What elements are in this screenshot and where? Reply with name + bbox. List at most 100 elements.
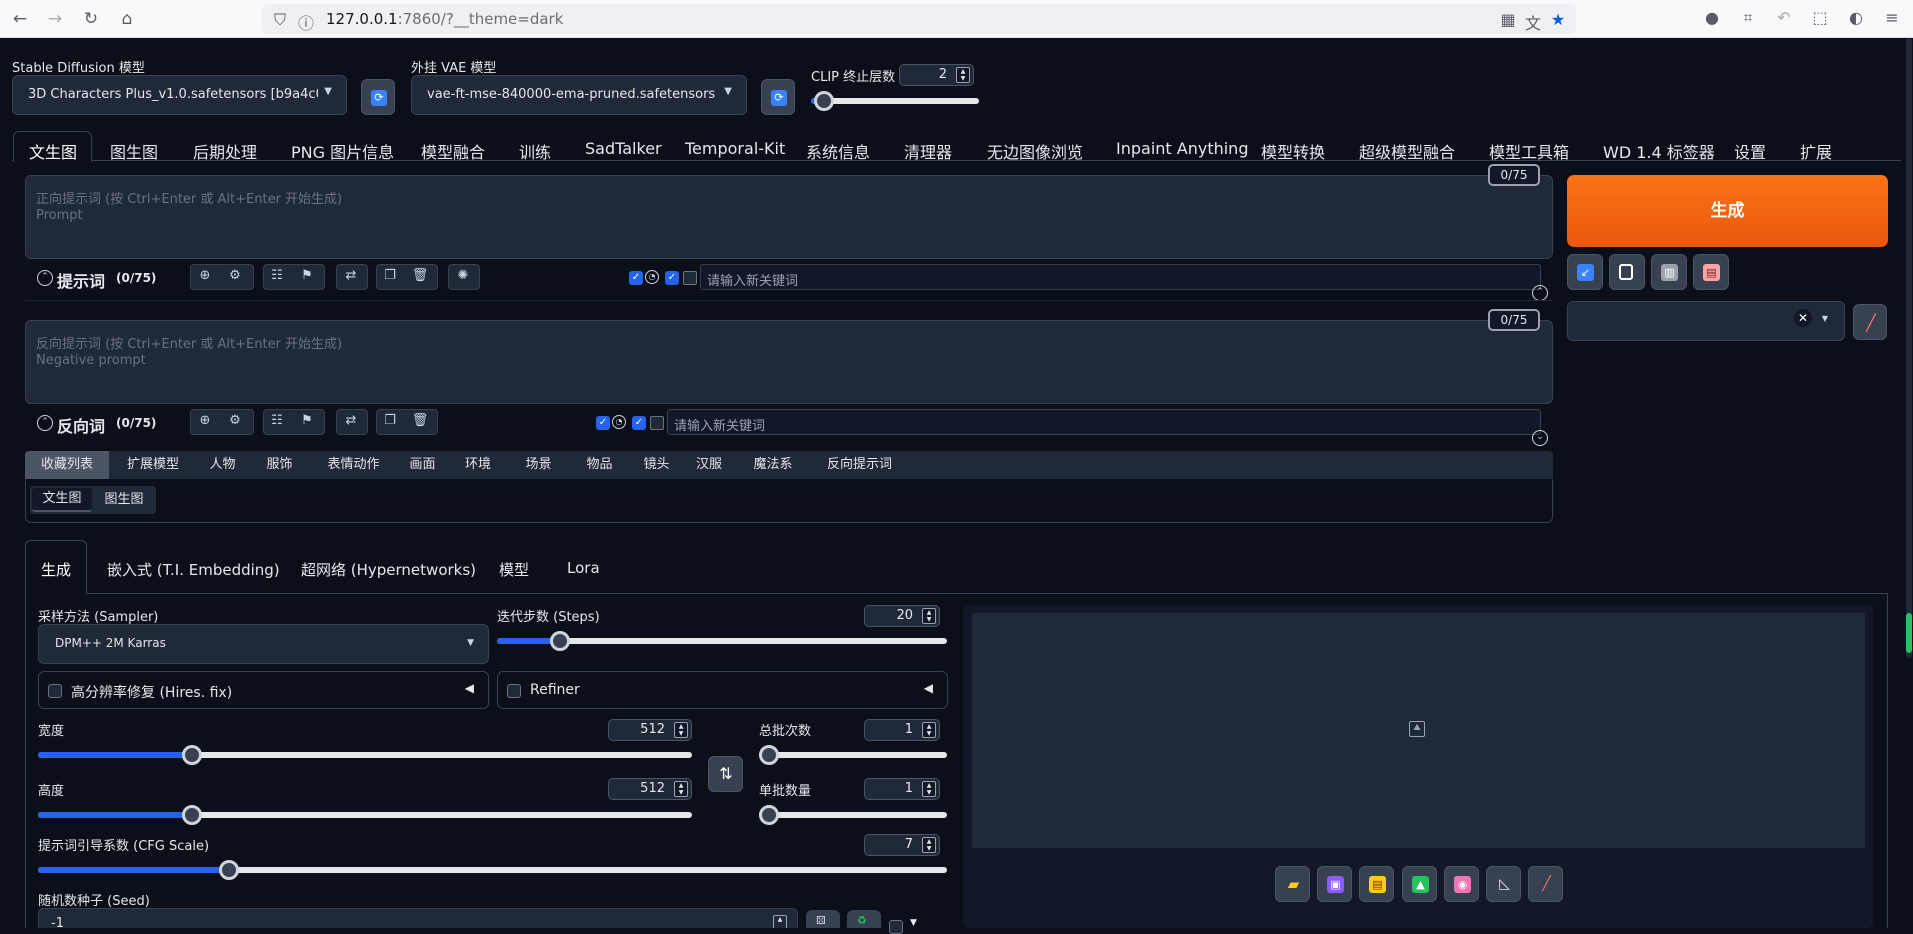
gen-tab-3[interactable]: 模型 <box>499 559 529 580</box>
reload-icon[interactable]: ↻ <box>81 9 101 29</box>
category-tab-7[interactable]: 场景 <box>508 451 570 479</box>
category-tab-5[interactable]: 画面 <box>397 451 449 479</box>
category-tab-6[interactable]: 环境 <box>449 451 508 479</box>
open-folder-button[interactable]: ▰ <box>1275 866 1310 902</box>
prompt-option-checkbox[interactable]: ✓ <box>629 271 643 285</box>
slider-thumb[interactable] <box>181 805 202 825</box>
back-arrow-icon[interactable]: ← <box>10 9 30 29</box>
expand-icon[interactable]: ⌄ <box>1532 430 1548 446</box>
category-tab-3[interactable]: 服饰 <box>249 451 311 479</box>
category-tab-9[interactable]: 镜头 <box>630 451 684 479</box>
bookmark-icon[interactable]: ⚑ <box>295 265 319 289</box>
home-icon[interactable]: ⌂ <box>117 9 137 29</box>
reuse-seed-button[interactable]: ♻ <box>847 910 881 928</box>
batch-count-slider[interactable] <box>759 745 947 765</box>
clip-skip-slider[interactable] <box>811 91 979 111</box>
category-tab-12[interactable]: 反向提示词 <box>812 451 908 479</box>
address-bar[interactable]: ⛉ ⓘ 127.0.0.1:7860/?__theme=dark ▦ 文 ★ <box>262 4 1576 34</box>
refiner-checkbox[interactable] <box>507 684 521 698</box>
styles-button[interactable]: ▤ <box>1693 254 1729 290</box>
read-params-button[interactable]: ↙ <box>1567 254 1603 290</box>
sub-tab-img2img[interactable]: 图生图 <box>94 488 154 512</box>
stepper-icon[interactable]: ▲ ▼ <box>922 722 936 738</box>
profile-icon[interactable]: ◐ <box>1845 8 1867 27</box>
bookmark-star-icon[interactable]: ★ <box>1548 10 1568 29</box>
gear-icon[interactable]: ⚙ <box>223 410 247 434</box>
ai-icon[interactable]: ✺ <box>451 265 475 289</box>
translate-icon[interactable]: ⇄ <box>339 265 363 289</box>
clear-x-icon[interactable]: ✕ <box>1794 309 1812 327</box>
negative-keyword-input[interactable]: 请输入新关键词 <box>667 409 1541 435</box>
globe-icon[interactable]: ⊕ <box>193 410 217 434</box>
generate-button[interactable]: 生成 <box>1567 175 1888 247</box>
tab-16[interactable]: 设置 <box>1734 139 1766 163</box>
stepper-icon[interactable]: ▲ ▼ <box>922 781 936 797</box>
tab-1[interactable]: 图生图 <box>110 139 158 163</box>
category-tab-4[interactable]: 表情动作 <box>311 451 397 479</box>
stepper-icon[interactable]: ▲ ▼ <box>922 608 936 624</box>
steps-input[interactable]: 20 ▲ ▼ <box>864 605 940 627</box>
sd-model-dropdown[interactable]: 3D Characters Plus_v1.0.safetensors [b9a… <box>12 75 347 115</box>
history-icon[interactable]: ☷ <box>265 410 289 434</box>
send-to-sketch-button[interactable]: ╱ <box>1528 866 1563 902</box>
globe-icon[interactable]: ⊕ <box>193 265 217 289</box>
clock-icon[interactable]: ◔ <box>612 415 626 429</box>
clock-icon[interactable]: ◔ <box>645 270 659 284</box>
refresh-vae-button[interactable]: ⟳ <box>761 79 795 115</box>
stepper-icon[interactable]: ▲ ▼ <box>922 837 936 853</box>
vae-model-dropdown[interactable]: vae-ft-mse-840000-ema-pruned.safetensors… <box>411 75 747 115</box>
crop-icon[interactable]: ⌗ <box>1737 8 1759 28</box>
cfg-scale-input[interactable]: 7 ▲ ▼ <box>864 834 940 856</box>
batch-size-slider[interactable] <box>759 805 947 825</box>
stepper-icon[interactable]: ▲ ▼ <box>674 722 688 738</box>
swap-dimensions-button[interactable]: ⇅ <box>708 756 743 792</box>
negative-prompt-textarea[interactable]: 反向提示词 (按 Ctrl+Enter 或 Alt+Enter 开始生成) Ne… <box>25 320 1553 404</box>
tab-6[interactable]: SadTalker <box>585 139 662 158</box>
styles-dropdown[interactable]: ✕ ▼ <box>1567 301 1845 341</box>
category-tab-8[interactable]: 物品 <box>570 451 630 479</box>
slider-thumb[interactable] <box>550 631 570 651</box>
random-seed-button[interactable]: ⚄ <box>806 910 840 928</box>
account-icon[interactable]: ● <box>1701 8 1723 27</box>
negative-option-checkbox[interactable]: ✓ <box>596 416 610 430</box>
collapse-up-icon[interactable]: ⌃ <box>1532 285 1548 301</box>
send-to-inpaint-button[interactable]: ◉ <box>1444 866 1479 902</box>
gen-tab-4[interactable]: Lora <box>567 559 600 577</box>
stepper-icon[interactable]: ▲ ▼ <box>674 781 688 797</box>
refresh-model-button[interactable]: ⟳ <box>361 79 395 115</box>
hires-fix-checkbox[interactable] <box>48 684 62 698</box>
translate-icon[interactable]: ⇄ <box>339 410 363 434</box>
stepper-icon[interactable]: ▲ <box>773 915 787 928</box>
tab-3[interactable]: PNG 图片信息 <box>291 139 394 163</box>
sampler-dropdown[interactable]: DPM++ 2M Karras ▼ <box>38 624 489 664</box>
tab-14[interactable]: 模型工具箱 <box>1489 139 1569 163</box>
batch-size-input[interactable]: 1 ▲ ▼ <box>864 778 940 800</box>
translate-icon[interactable]: 文 <box>1523 10 1543 34</box>
category-tab-1[interactable]: 扩展模型 <box>110 451 197 479</box>
edit-styles-button[interactable]: ╱ <box>1853 304 1887 340</box>
slider-thumb[interactable] <box>218 860 239 880</box>
scrollbar-track[interactable] <box>1905 38 1913 928</box>
height-slider[interactable] <box>38 805 692 825</box>
slider-thumb[interactable] <box>759 805 779 825</box>
tab-4[interactable]: 模型融合 <box>421 139 485 163</box>
width-input[interactable]: 512 ▲ ▼ <box>608 719 692 741</box>
extra-seed-checkbox[interactable] <box>889 920 903 934</box>
seed-input[interactable]: -1 ▲ <box>38 908 798 928</box>
send-to-extras-button[interactable]: ◺ <box>1486 866 1521 902</box>
gen-tab-1[interactable]: 嵌入式 (T.I. Embedding) <box>107 559 280 580</box>
extensions-icon[interactable]: ⬚ <box>1809 8 1831 27</box>
tab-9[interactable]: 清理器 <box>904 139 952 163</box>
prompt-keyword-input[interactable]: 请输入新关键词 <box>700 264 1541 290</box>
trash-icon[interactable]: 🗑 <box>408 265 432 289</box>
tab-15[interactable]: WD 1.4 标签器 <box>1603 139 1715 163</box>
tab-12[interactable]: 模型转换 <box>1261 139 1325 163</box>
trash-icon[interactable]: 🗑 <box>408 410 432 434</box>
slider-thumb[interactable] <box>181 745 202 765</box>
prompt-option-checkbox[interactable]: ✓ <box>665 271 679 285</box>
stepper-icon[interactable]: ▲ ▼ <box>956 67 970 83</box>
tab-13[interactable]: 超级模型融合 <box>1359 139 1455 163</box>
prompt-textarea[interactable]: 正向提示词 (按 Ctrl+Enter 或 Alt+Enter 开始生成) Pr… <box>25 175 1553 259</box>
clip-skip-input[interactable]: 2 ▲ ▼ <box>899 64 974 86</box>
paste-button[interactable] <box>1609 254 1645 290</box>
